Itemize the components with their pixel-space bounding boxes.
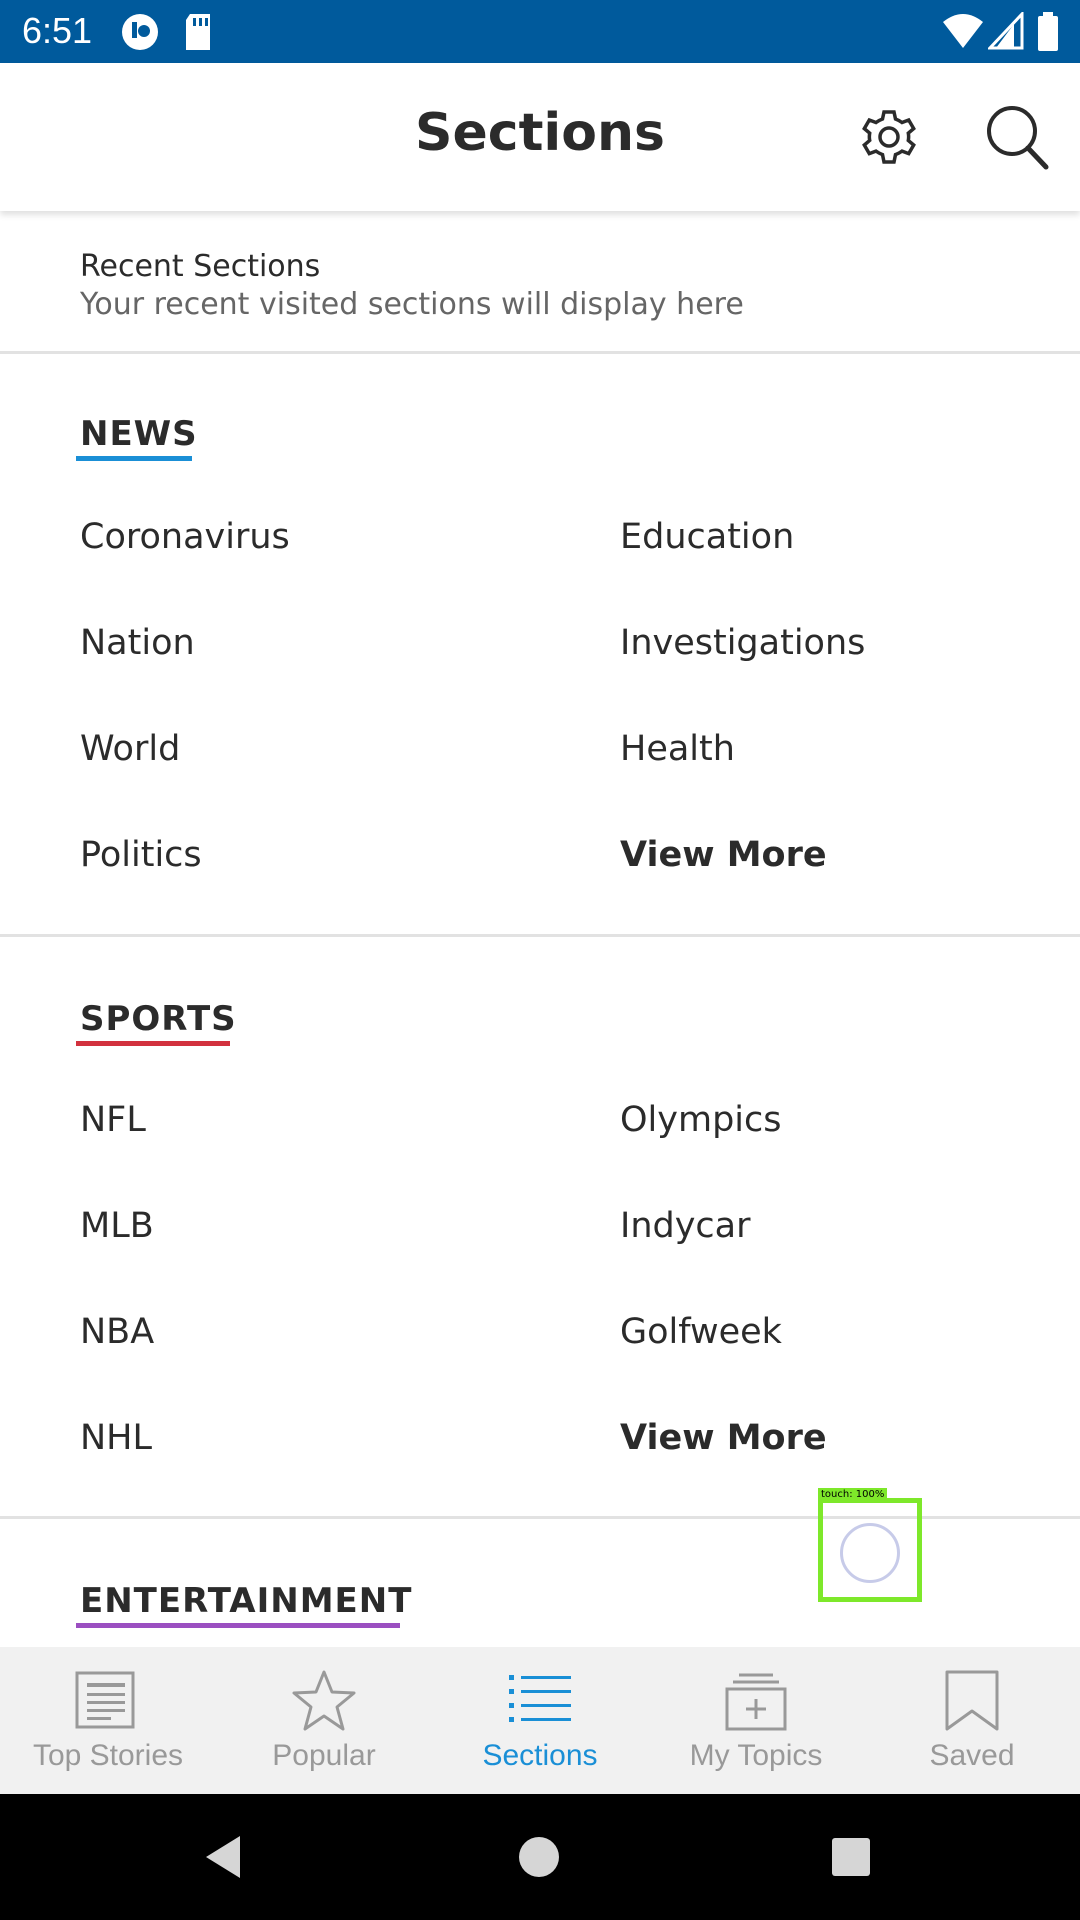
view-more-sports-link[interactable]: View More bbox=[620, 1418, 827, 1458]
section-link-golfweek[interactable]: Golfweek bbox=[620, 1312, 782, 1352]
back-icon[interactable] bbox=[200, 1832, 250, 1882]
add-topic-icon bbox=[725, 1673, 787, 1731]
tab-saved-label: Saved bbox=[929, 1739, 1015, 1772]
section-news: NEWS Coronavirus Nation World Politics E… bbox=[0, 354, 1080, 937]
tab-top-stories-label: Top Stories bbox=[32, 1739, 184, 1772]
star-icon bbox=[292, 1670, 356, 1731]
section-link-coronavirus[interactable]: Coronavirus bbox=[80, 517, 290, 557]
app-notification-icon bbox=[122, 14, 158, 50]
tab-popular[interactable]: Popular bbox=[216, 1647, 432, 1794]
cell-signal-icon bbox=[988, 12, 1024, 50]
section-link-olympics[interactable]: Olympics bbox=[620, 1100, 782, 1140]
tab-sections-label: Sections bbox=[482, 1739, 598, 1772]
list-icon bbox=[509, 1675, 571, 1722]
tab-popular-label: Popular bbox=[272, 1739, 376, 1772]
status-bar: 6:51 bbox=[0, 0, 1080, 63]
recent-sections-title: Recent Sections bbox=[80, 249, 321, 284]
app-header: Sections bbox=[0, 63, 1080, 211]
recents-icon[interactable] bbox=[826, 1832, 876, 1882]
section-heading-news[interactable]: NEWS bbox=[80, 414, 198, 454]
section-heading-entertainment[interactable]: ENTERTAINMENT bbox=[80, 1581, 412, 1621]
settings-gear-icon[interactable] bbox=[853, 101, 925, 173]
section-underline-entertainment bbox=[76, 1623, 400, 1628]
section-link-nation[interactable]: Nation bbox=[80, 623, 195, 663]
battery-icon bbox=[1038, 12, 1058, 51]
section-link-mlb[interactable]: MLB bbox=[80, 1206, 154, 1246]
section-link-education[interactable]: Education bbox=[620, 517, 794, 557]
sections-list[interactable]: Recent Sections Your recent visited sect… bbox=[0, 211, 1080, 1647]
view-more-news-link[interactable]: View More bbox=[620, 835, 827, 875]
section-sports: SPORTS NFL MLB NBA NHL Olympics Indycar … bbox=[0, 937, 1080, 1519]
recent-sections-subtitle: Your recent visited sections will displa… bbox=[80, 287, 744, 322]
system-nav-bar bbox=[0, 1794, 1080, 1920]
section-link-investigations[interactable]: Investigations bbox=[620, 623, 865, 663]
bookmark-icon bbox=[945, 1670, 999, 1731]
tab-top-stories[interactable]: Top Stories bbox=[0, 1647, 216, 1794]
section-link-politics[interactable]: Politics bbox=[80, 835, 202, 875]
tab-saved[interactable]: Saved bbox=[864, 1647, 1080, 1794]
section-link-indycar[interactable]: Indycar bbox=[620, 1206, 751, 1246]
tab-my-topics[interactable]: My Topics bbox=[648, 1647, 864, 1794]
section-heading-sports[interactable]: SPORTS bbox=[80, 999, 237, 1039]
section-link-nba[interactable]: NBA bbox=[80, 1312, 154, 1352]
tab-my-topics-label: My Topics bbox=[689, 1739, 823, 1772]
section-link-nhl[interactable]: NHL bbox=[80, 1418, 152, 1458]
newspaper-icon bbox=[75, 1671, 135, 1729]
wifi-icon bbox=[943, 14, 983, 48]
bottom-nav: Top Stories Popular Sections My Topics S… bbox=[0, 1647, 1080, 1794]
tab-sections[interactable]: Sections bbox=[432, 1647, 648, 1794]
section-link-world[interactable]: World bbox=[80, 729, 180, 769]
section-underline-sports bbox=[76, 1041, 230, 1046]
recent-sections: Recent Sections Your recent visited sect… bbox=[0, 211, 1080, 354]
sd-card-icon bbox=[186, 14, 210, 50]
search-icon[interactable] bbox=[980, 101, 1052, 173]
section-underline-news bbox=[76, 456, 192, 461]
status-time: 6:51 bbox=[22, 10, 93, 51]
section-link-health[interactable]: Health bbox=[620, 729, 735, 769]
home-icon[interactable] bbox=[514, 1832, 564, 1882]
touch-indicator-circle bbox=[840, 1523, 900, 1583]
section-link-nfl[interactable]: NFL bbox=[80, 1100, 146, 1140]
